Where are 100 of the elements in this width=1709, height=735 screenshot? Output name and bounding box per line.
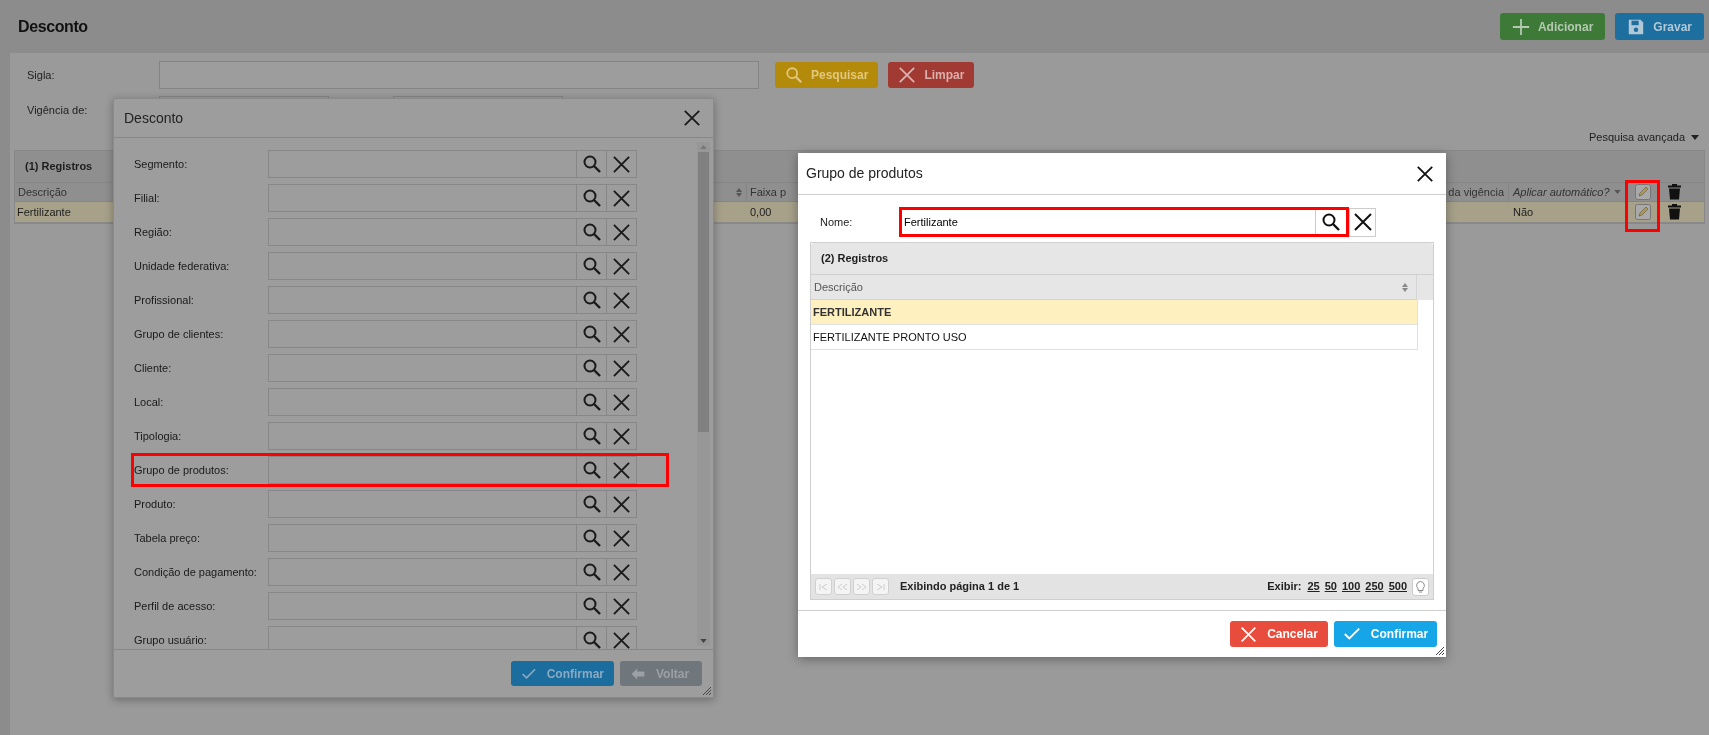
close-icon — [612, 460, 631, 480]
scrollbar[interactable] — [697, 142, 710, 646]
table-row[interactable]: FERTILIZANTE PRONTO USO — [811, 325, 1418, 350]
column-header[interactable]: Descrição — [814, 278, 863, 296]
field-label: Nome: — [820, 214, 854, 230]
column-header[interactable]: Descrição — [18, 183, 67, 201]
clear-button[interactable] — [1349, 207, 1376, 237]
search-icon — [581, 188, 602, 208]
page-size-link[interactable]: 250 — [1365, 578, 1384, 595]
page-size-link[interactable]: 25 — [1307, 578, 1320, 595]
column-header[interactable]: Aplicar automático? — [1513, 183, 1610, 201]
close-icon — [1416, 164, 1434, 183]
clear-button[interactable] — [607, 490, 637, 518]
table-cell-text: 0,00 — [750, 204, 772, 220]
search-button[interactable] — [577, 558, 607, 586]
column-header[interactable]: Faixa p — [750, 183, 787, 201]
cancel-button[interactable]: Cancelar — [1230, 621, 1328, 647]
advanced-search-link[interactable]: Pesquisa avançada — [1589, 128, 1699, 146]
search-icon — [581, 528, 602, 548]
close-button[interactable] — [683, 108, 703, 128]
close-icon — [612, 222, 631, 242]
search-button[interactable] — [577, 456, 607, 484]
field-label: Unidade federativa: — [134, 258, 231, 274]
clear-button[interactable] — [607, 388, 637, 416]
search-button[interactable] — [577, 286, 607, 314]
sigla-input[interactable] — [159, 61, 759, 89]
clear-button[interactable] — [607, 558, 637, 586]
page-size-link[interactable]: 100 — [1341, 578, 1361, 595]
close-icon — [612, 630, 631, 649]
save-button[interactable]: Gravar — [1615, 13, 1704, 40]
tips-button[interactable] — [1412, 577, 1429, 596]
close-icon — [1240, 625, 1258, 643]
add-button[interactable]: Adicionar — [1499, 13, 1606, 40]
resize-grip-icon[interactable] — [703, 687, 711, 695]
clear-button[interactable] — [607, 456, 637, 484]
trash-icon[interactable] — [1667, 204, 1681, 220]
column-header[interactable]: da vigência — [1448, 183, 1504, 201]
close-icon — [612, 290, 631, 310]
confirm-button[interactable]: Confirmar — [1334, 621, 1437, 647]
clear-button[interactable] — [607, 524, 637, 552]
lookup-input[interactable] — [268, 456, 577, 484]
clear-button[interactable] — [607, 354, 637, 382]
search-icon — [581, 562, 602, 582]
scroll-thumb[interactable] — [698, 152, 709, 432]
search-button[interactable] — [577, 150, 607, 178]
resize-grip-icon[interactable] — [1436, 647, 1444, 655]
clear-button[interactable] — [607, 252, 637, 280]
clear-button[interactable] — [607, 626, 637, 649]
search-button[interactable] — [577, 490, 607, 518]
field-label: Grupo usuário: — [134, 632, 208, 648]
clear-button[interactable] — [607, 218, 637, 246]
search-icon — [581, 630, 602, 649]
clear-button[interactable] — [607, 592, 637, 620]
search-icon — [581, 426, 602, 446]
name-input[interactable]: Fertilizante — [899, 207, 1349, 237]
clear-button[interactable]: Limpar — [888, 62, 975, 88]
close-icon — [612, 324, 631, 344]
page-size-link[interactable]: 500 — [1388, 578, 1407, 595]
search-button[interactable] — [577, 252, 607, 280]
search-button[interactable] — [577, 524, 607, 552]
field-label: Filial: — [134, 190, 161, 206]
search-button[interactable] — [577, 592, 607, 620]
search-button[interactable] — [577, 320, 607, 348]
field-label: Produto: — [134, 496, 177, 512]
search-button[interactable] — [577, 388, 607, 416]
confirm-button[interactable]: Confirmar — [511, 661, 614, 686]
field-label: Local: — [134, 394, 165, 410]
search-icon — [581, 358, 602, 378]
check-icon — [1342, 625, 1361, 643]
search-icon — [1321, 212, 1341, 232]
scroll-down-icon[interactable] — [700, 639, 707, 643]
clear-button[interactable] — [607, 286, 637, 314]
search-button[interactable] — [577, 422, 607, 450]
table-row[interactable]: FERTILIZANTE — [811, 300, 1418, 325]
clear-button[interactable] — [607, 422, 637, 450]
clear-button[interactable] — [607, 320, 637, 348]
close-icon — [612, 562, 631, 582]
caret-icon — [1614, 190, 1621, 194]
clear-button[interactable] — [607, 184, 637, 212]
close-icon — [612, 256, 631, 276]
field-label: Região: — [134, 224, 173, 240]
clear-button[interactable] — [607, 150, 637, 178]
search-button[interactable] — [577, 218, 607, 246]
search-button[interactable] — [577, 626, 607, 649]
close-button[interactable] — [1416, 163, 1436, 184]
search-icon — [581, 324, 602, 344]
close-icon — [612, 358, 631, 378]
field-label: Condição de pagamento: — [134, 564, 258, 580]
dialog-title: Grupo de produtos — [806, 164, 923, 183]
trash-icon[interactable] — [1667, 184, 1681, 200]
search-icon — [785, 66, 803, 84]
search-button[interactable] — [577, 354, 607, 382]
search-button[interactable] — [577, 184, 607, 212]
page-title: Desconto — [18, 16, 88, 37]
table-cell-text: Não — [1513, 204, 1534, 220]
search-icon — [581, 154, 602, 174]
search-icon — [581, 222, 602, 242]
field-label: Perfil de acesso: — [134, 598, 217, 614]
search-icon — [581, 392, 602, 412]
page-size-link[interactable]: 50 — [1324, 578, 1337, 595]
